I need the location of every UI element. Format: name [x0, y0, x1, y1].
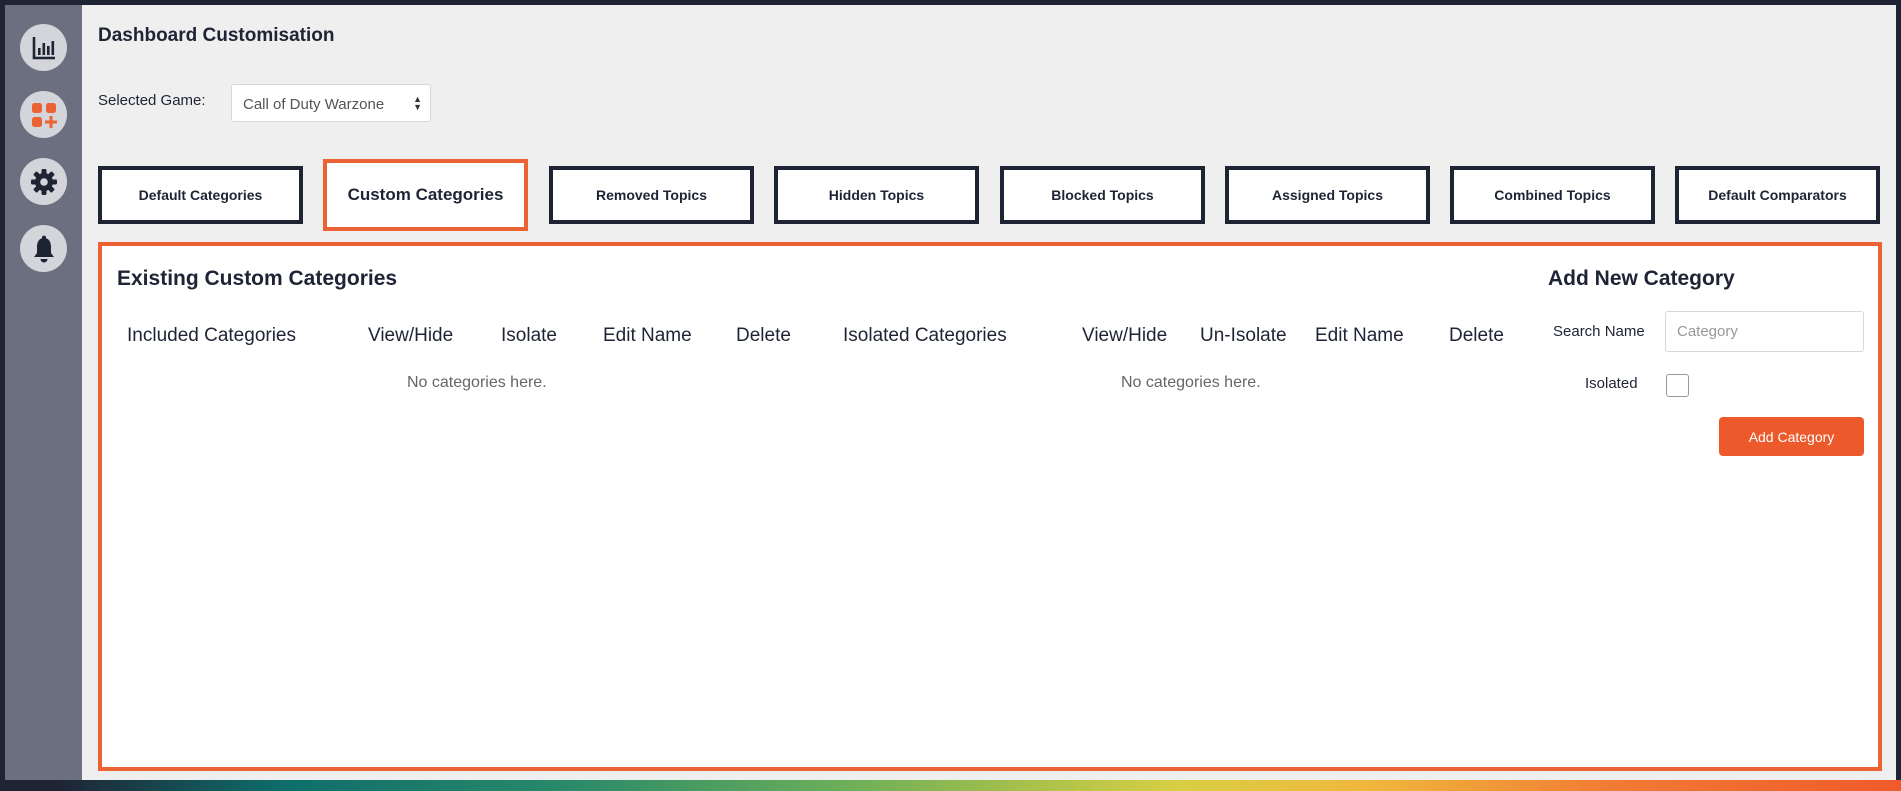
tab-custom-categories[interactable]: Custom Categories — [323, 159, 528, 231]
isolated-delete-header: Delete — [1449, 325, 1504, 346]
delete-header: Delete — [736, 325, 791, 346]
add-new-category-title: Add New Category — [1548, 267, 1735, 290]
isolated-checkbox[interactable] — [1666, 374, 1689, 397]
add-category-icon — [31, 102, 57, 128]
isolated-label: Isolated — [1585, 375, 1638, 392]
sidebar-item-notifications[interactable] — [20, 225, 67, 272]
included-empty-message: No categories here. — [407, 374, 547, 391]
add-category-button[interactable]: Add Category — [1719, 417, 1864, 456]
included-categories-header: Included Categories — [127, 325, 296, 346]
analytics-icon — [32, 36, 55, 59]
bell-icon — [33, 235, 54, 262]
tab-hidden-topics[interactable]: Hidden Topics — [774, 166, 979, 224]
sidebar-item-settings[interactable] — [20, 158, 67, 205]
tab-default-categories[interactable]: Default Categories — [98, 166, 303, 224]
tab-default-comparators[interactable]: Default Comparators — [1675, 166, 1880, 224]
game-select-value: Call of Duty Warzone — [243, 96, 385, 113]
tab-blocked-topics[interactable]: Blocked Topics — [1000, 166, 1205, 224]
search-name-label: Search Name — [1553, 323, 1645, 340]
app-frame: Dashboard Customisation Selected Game: C… — [5, 5, 1896, 780]
un-isolate-header: Un-Isolate — [1200, 325, 1287, 346]
selected-game-label: Selected Game: — [98, 92, 206, 109]
isolated-view-hide-header: View/Hide — [1082, 325, 1168, 346]
isolated-categories-header: Isolated Categories — [843, 325, 1007, 346]
sidebar-item-analytics[interactable] — [20, 24, 67, 71]
category-search-input[interactable] — [1665, 311, 1864, 352]
sidebar-item-custom-categories[interactable] — [20, 91, 67, 138]
isolated-empty-message: No categories here. — [1121, 374, 1261, 391]
view-hide-header: View/Hide — [368, 325, 454, 346]
isolate-header: Isolate — [501, 325, 557, 346]
select-arrows-icon: ▲ ▼ — [413, 94, 422, 112]
isolated-edit-name-header: Edit Name — [1315, 325, 1404, 346]
game-select[interactable]: Call of Duty Warzone ▲ ▼ — [231, 84, 431, 122]
gear-icon — [30, 168, 57, 195]
existing-categories-title: Existing Custom Categories — [117, 267, 398, 290]
edit-name-header: Edit Name — [603, 325, 692, 346]
custom-categories-panel: Existing Custom Categories Included Cate… — [98, 242, 1882, 771]
tab-removed-topics[interactable]: Removed Topics — [549, 166, 754, 224]
tab-combined-topics[interactable]: Combined Topics — [1450, 166, 1655, 224]
sidebar — [5, 5, 82, 780]
tab-assigned-topics[interactable]: Assigned Topics — [1225, 166, 1430, 224]
page-title: Dashboard Customisation — [98, 25, 335, 46]
footer-gradient-bar — [0, 780, 1901, 791]
